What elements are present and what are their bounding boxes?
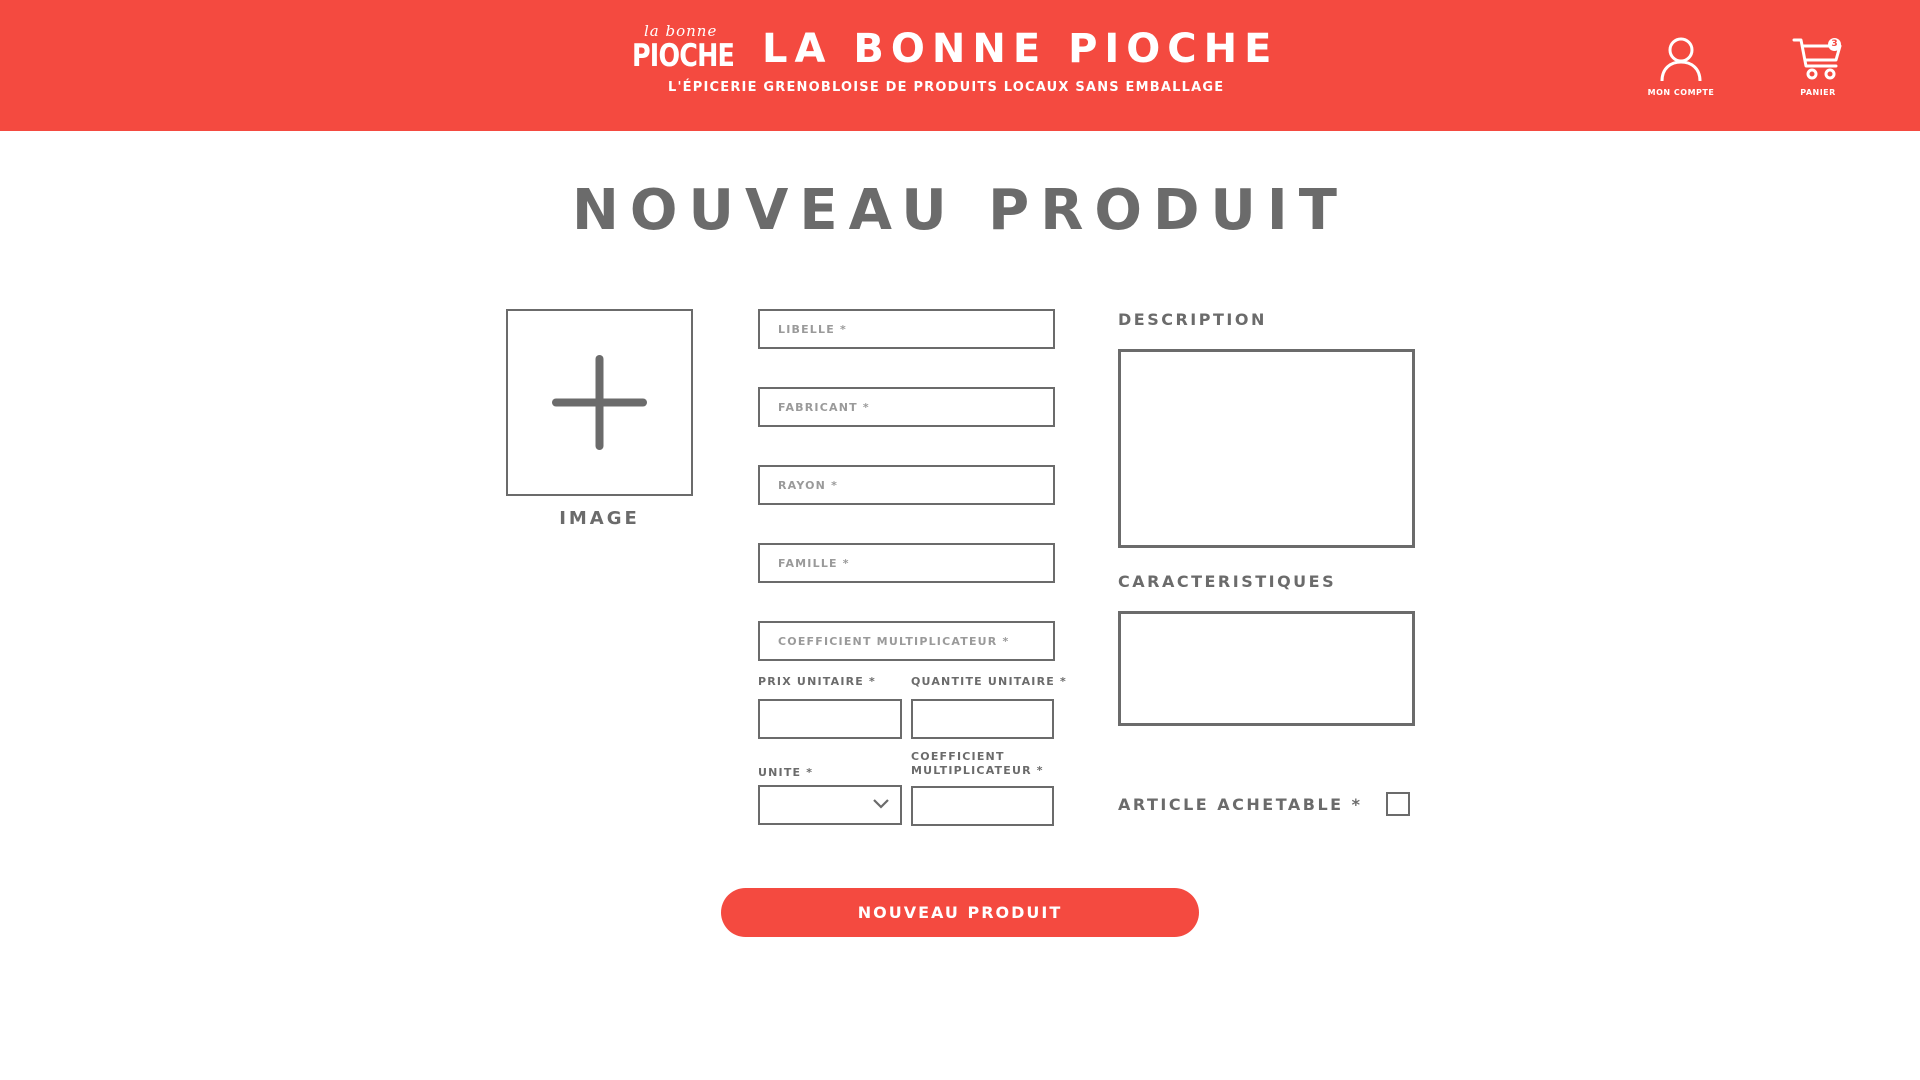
site-header: la bonne PIOCHE LA BONNE PIOCHE L'ÉPICER…	[0, 0, 1920, 131]
prix-unitaire-label: PRIX UNITAIRE *	[758, 675, 876, 688]
unite-select[interactable]	[758, 785, 902, 825]
description-textarea[interactable]	[1118, 349, 1415, 548]
quantite-unitaire-input[interactable]	[911, 699, 1054, 739]
logo-big-text: PIOCHE	[632, 38, 735, 74]
unite-label: UNITE *	[758, 766, 814, 779]
brand-title: LA BONNE PIOCHE	[762, 26, 1279, 72]
account-button[interactable]: MON COMPTE	[1638, 36, 1724, 97]
rayon-input[interactable]	[758, 465, 1055, 505]
account-label: MON COMPTE	[1647, 88, 1715, 97]
quantite-unitaire-label: QUANTITE UNITAIRE *	[911, 675, 1067, 688]
cart-button[interactable]: 3 PANIER	[1778, 36, 1858, 97]
page-title: NOUVEAU PRODUIT	[572, 178, 1348, 243]
chevron-down-icon	[873, 799, 889, 809]
submit-button[interactable]: NOUVEAU PRODUIT	[721, 888, 1199, 937]
prix-unitaire-input[interactable]	[758, 699, 902, 739]
coefficient-label-line2: MULTIPLICATEUR *	[911, 764, 1044, 777]
user-icon	[1660, 37, 1702, 82]
caracteristiques-textarea[interactable]	[1118, 611, 1415, 726]
description-label: DESCRIPTION	[1118, 310, 1267, 329]
coefficient-label-line1: COEFFICIENT	[911, 750, 1005, 763]
brand-subtitle: L'ÉPICERIE GRENOBLOISE DE PRODUITS LOCAU…	[668, 80, 1225, 95]
cart-count-badge: 3	[1828, 38, 1841, 51]
fabricant-input[interactable]	[758, 387, 1055, 427]
coefficient-multiplicateur-input[interactable]	[758, 621, 1055, 661]
coefficient-multiplicateur-small-input[interactable]	[911, 786, 1054, 826]
article-achetable-checkbox[interactable]	[1386, 792, 1410, 816]
brand-logo[interactable]: la bonne PIOCHE	[632, 22, 738, 74]
cart-label: PANIER	[1800, 88, 1836, 97]
famille-input[interactable]	[758, 543, 1055, 583]
image-upload[interactable]	[506, 309, 693, 496]
image-label: IMAGE	[559, 508, 640, 529]
libelle-input[interactable]	[758, 309, 1055, 349]
article-achetable-label: ARTICLE ACHETABLE *	[1118, 795, 1363, 814]
caracteristiques-label: CARACTERISTIQUES	[1118, 572, 1337, 591]
plus-icon	[552, 355, 647, 450]
